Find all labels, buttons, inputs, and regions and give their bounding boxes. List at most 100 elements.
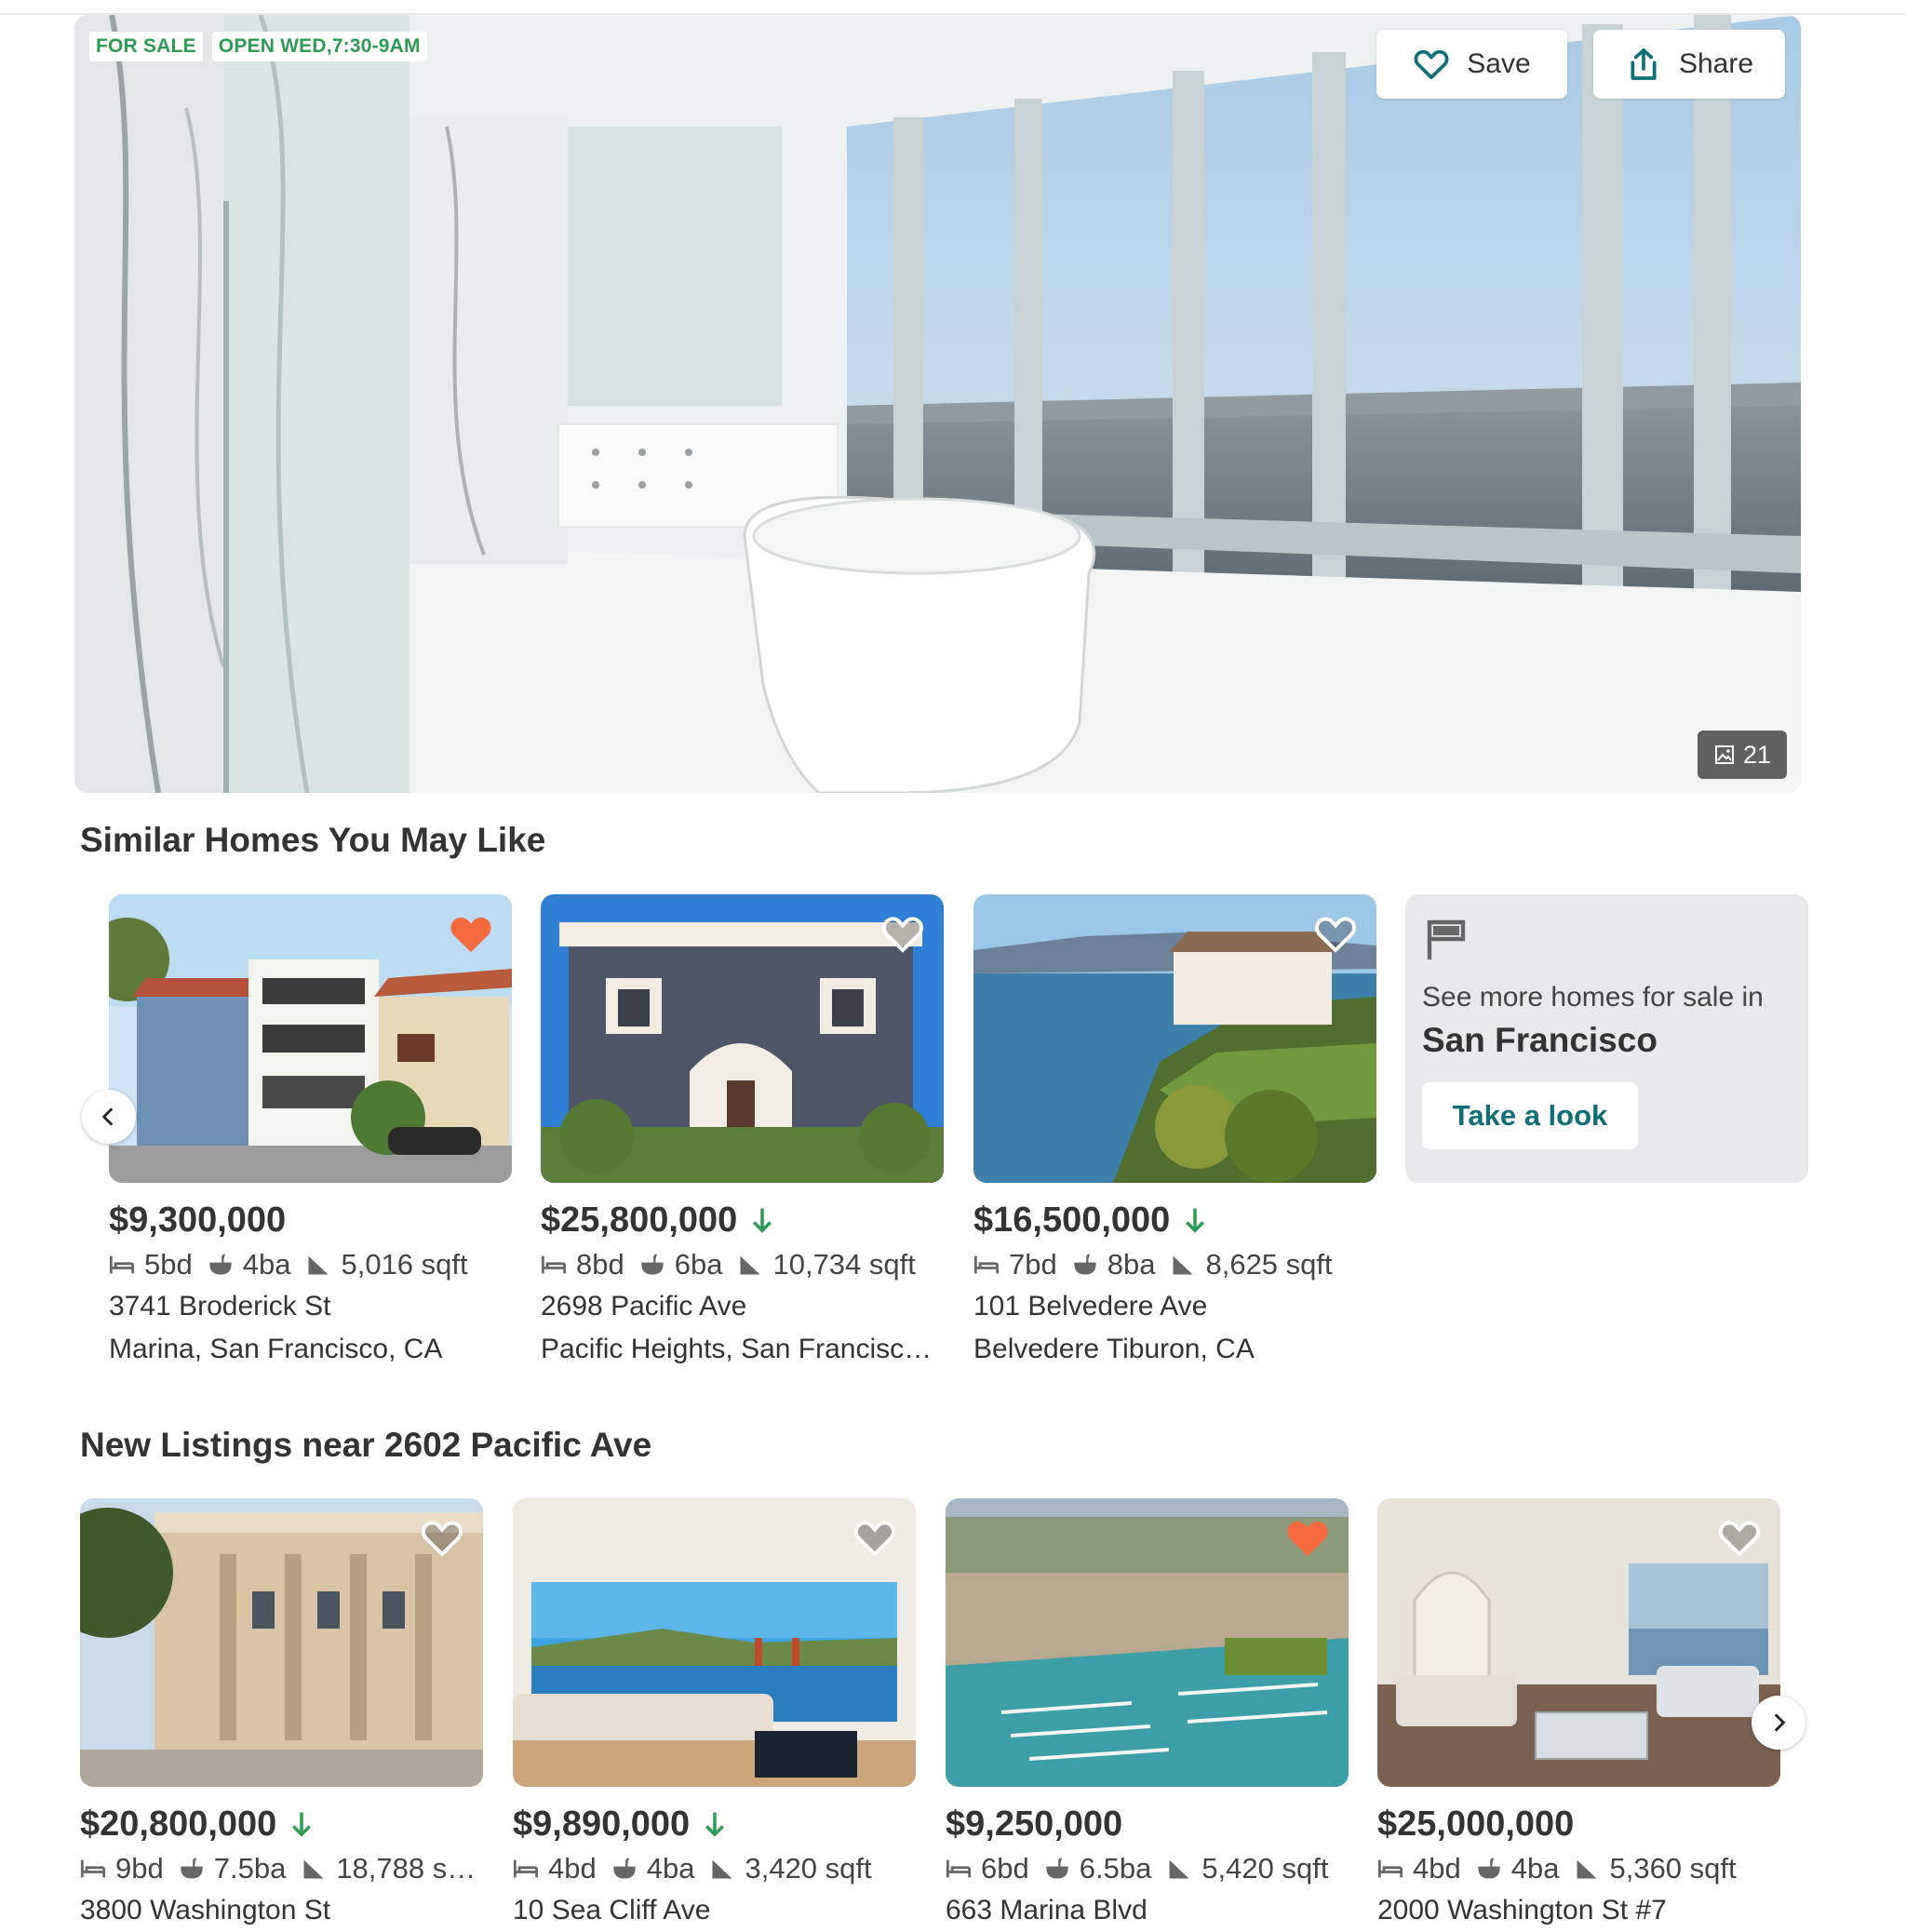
listing-price: $25,000,000 <box>1377 1804 1575 1844</box>
listing-street[interactable]: 3800 Washington St <box>80 1889 483 1932</box>
new-listings-title: New Listings near 2602 Pacific Ave <box>80 1426 652 1464</box>
listing-price: $20,800,000 <box>80 1804 277 1844</box>
heart-icon[interactable] <box>1283 1515 1332 1560</box>
listing-photo[interactable] <box>109 894 512 1183</box>
share-button[interactable]: Share <box>1593 30 1785 99</box>
new-listing-card[interactable]: $9,250,000 6bd 6.5ba 5,420 sqft 663 Mari… <box>946 1498 1349 1932</box>
beds: 8bd <box>576 1248 624 1281</box>
bed-icon <box>973 1255 1000 1274</box>
sqft-icon <box>740 1255 760 1275</box>
heart-icon[interactable] <box>418 1515 466 1560</box>
sqft-icon <box>1169 1859 1189 1879</box>
listing-price: $9,890,000 <box>513 1804 691 1844</box>
beds: 4bd <box>1413 1852 1461 1885</box>
baths: 4ba <box>646 1852 695 1885</box>
new-listing-card[interactable]: $9,890,000 4bd 4ba 3,420 sqft 10 Sea Cli… <box>513 1498 916 1932</box>
arrow-down-icon <box>1186 1208 1205 1233</box>
listing-street[interactable]: 101 Belvedere Ave <box>973 1285 1376 1328</box>
status-badges: FOR SALE OPEN WED,7:30-9AM <box>89 32 427 61</box>
listing-street[interactable]: 10 Sea Cliff Ave <box>513 1889 916 1932</box>
new-listing-card[interactable]: $25,000,000 4bd 4ba 5,360 sqft 2000 Wash… <box>1377 1498 1780 1932</box>
listing-specs: 8bd 6ba 10,734 sqft <box>541 1244 944 1285</box>
listing-specs: 4bd 4ba 3,420 sqft <box>513 1848 916 1889</box>
beds: 4bd <box>548 1852 597 1885</box>
save-label: Save <box>1467 48 1531 79</box>
bed-icon <box>1377 1859 1403 1878</box>
listing-street[interactable]: 663 Marina Blvd <box>946 1889 1349 1932</box>
heart-icon <box>1414 49 1449 79</box>
heart-icon[interactable] <box>879 911 927 956</box>
listing-photo[interactable] <box>946 1498 1349 1787</box>
listing-price: $9,300,000 <box>109 1200 287 1240</box>
beds: 7bd <box>1009 1248 1057 1281</box>
bath-icon <box>1074 1254 1096 1275</box>
sqft: 5,420 sqft <box>1201 1852 1329 1885</box>
heart-icon[interactable] <box>851 1515 899 1560</box>
bed-icon <box>541 1255 567 1274</box>
sqft-icon <box>303 1859 324 1879</box>
photo-count: 21 <box>1742 740 1772 769</box>
bath-icon <box>209 1254 232 1275</box>
heart-icon[interactable] <box>447 911 495 956</box>
listing-specs: 7bd 8ba 8,625 sqft <box>973 1244 1376 1285</box>
arrow-down-icon <box>753 1208 772 1233</box>
save-button[interactable]: Save <box>1376 30 1567 99</box>
beds: 5bd <box>144 1248 193 1281</box>
listing-city[interactable]: Pacific Heights, San Francisc… <box>541 1328 944 1371</box>
chevron-left-icon <box>101 1107 114 1126</box>
hero-photo[interactable]: FOR SALE OPEN WED,7:30-9AM Save Share 21 <box>74 15 1801 793</box>
listing-street[interactable]: 2698 Pacific Ave <box>541 1285 944 1328</box>
sqft-icon <box>308 1255 329 1275</box>
bath-icon <box>641 1254 664 1275</box>
listing-city[interactable]: Marina, San Francisco, CA <box>109 1328 512 1371</box>
heart-icon[interactable] <box>1715 1515 1764 1560</box>
baths: 6ba <box>674 1248 723 1281</box>
sqft: 8,625 sqft <box>1205 1248 1333 1281</box>
listing-city[interactable]: Belvedere Tiburon, CA <box>973 1328 1376 1371</box>
listing-specs: 5bd 4ba 5,016 sqft <box>109 1244 512 1285</box>
see-more-city: San Francisco <box>1422 1021 1658 1059</box>
similar-home-card[interactable]: $25,800,000 8bd 6ba 10,734 sqft 2698 Pac… <box>541 894 944 1371</box>
beds: 9bd <box>115 1852 164 1885</box>
carousel-next-button[interactable] <box>1752 1696 1805 1750</box>
sqft: 5,016 sqft <box>341 1248 468 1281</box>
bath-icon <box>1478 1858 1500 1879</box>
listing-photo[interactable] <box>541 894 944 1183</box>
see-more-card: See more homes for sale in San Francisco… <box>1405 894 1808 1183</box>
hero-bathroom-image <box>74 15 1801 793</box>
arrow-down-icon <box>292 1812 312 1837</box>
similar-home-card[interactable]: $9,300,000 5bd 4ba 5,016 sqft 3741 Brode… <box>109 894 512 1371</box>
listing-price: $9,250,000 <box>946 1804 1123 1844</box>
bath-icon <box>181 1858 203 1879</box>
heart-icon[interactable] <box>1311 911 1360 956</box>
listing-price: $16,500,000 <box>973 1200 1171 1240</box>
take-a-look-button[interactable]: Take a look <box>1422 1082 1638 1149</box>
gallery-icon <box>1714 745 1734 764</box>
listing-photo[interactable] <box>80 1498 483 1787</box>
top-border <box>0 0 1906 15</box>
listing-photo[interactable] <box>973 894 1376 1183</box>
bath-icon <box>613 1858 636 1879</box>
sqft: 5,360 sqft <box>1609 1852 1737 1885</box>
sqft-icon <box>1173 1255 1193 1275</box>
new-listing-card[interactable]: $20,800,000 9bd 7.5ba 18,788 s… 3800 Was… <box>80 1498 483 1932</box>
carousel-prev-button[interactable] <box>82 1090 136 1144</box>
bed-icon <box>946 1859 972 1878</box>
listing-street[interactable]: 2000 Washington St #7 <box>1377 1889 1780 1932</box>
photo-count-badge[interactable]: 21 <box>1698 731 1787 779</box>
listing-specs: 4bd 4ba 5,360 sqft <box>1377 1848 1780 1889</box>
similar-homes-title: Similar Homes You May Like <box>80 821 546 859</box>
listing-specs: 6bd 6.5ba 5,420 sqft <box>946 1848 1349 1889</box>
bed-icon <box>513 1859 539 1878</box>
sqft: 3,420 sqft <box>745 1852 872 1885</box>
listing-photo[interactable] <box>1377 1498 1780 1787</box>
sqft-icon <box>712 1859 732 1879</box>
listing-photo[interactable] <box>513 1498 916 1787</box>
share-label: Share <box>1678 48 1754 79</box>
sqft: 10,734 sqft <box>772 1248 916 1281</box>
similar-home-card[interactable]: $16,500,000 7bd 8ba 8,625 sqft 101 Belve… <box>973 894 1376 1371</box>
baths: 4ba <box>1510 1852 1560 1885</box>
listing-street[interactable]: 3741 Broderick St <box>109 1285 512 1328</box>
beds: 6bd <box>981 1852 1029 1885</box>
open-house-badge: OPEN WED,7:30-9AM <box>211 32 427 61</box>
